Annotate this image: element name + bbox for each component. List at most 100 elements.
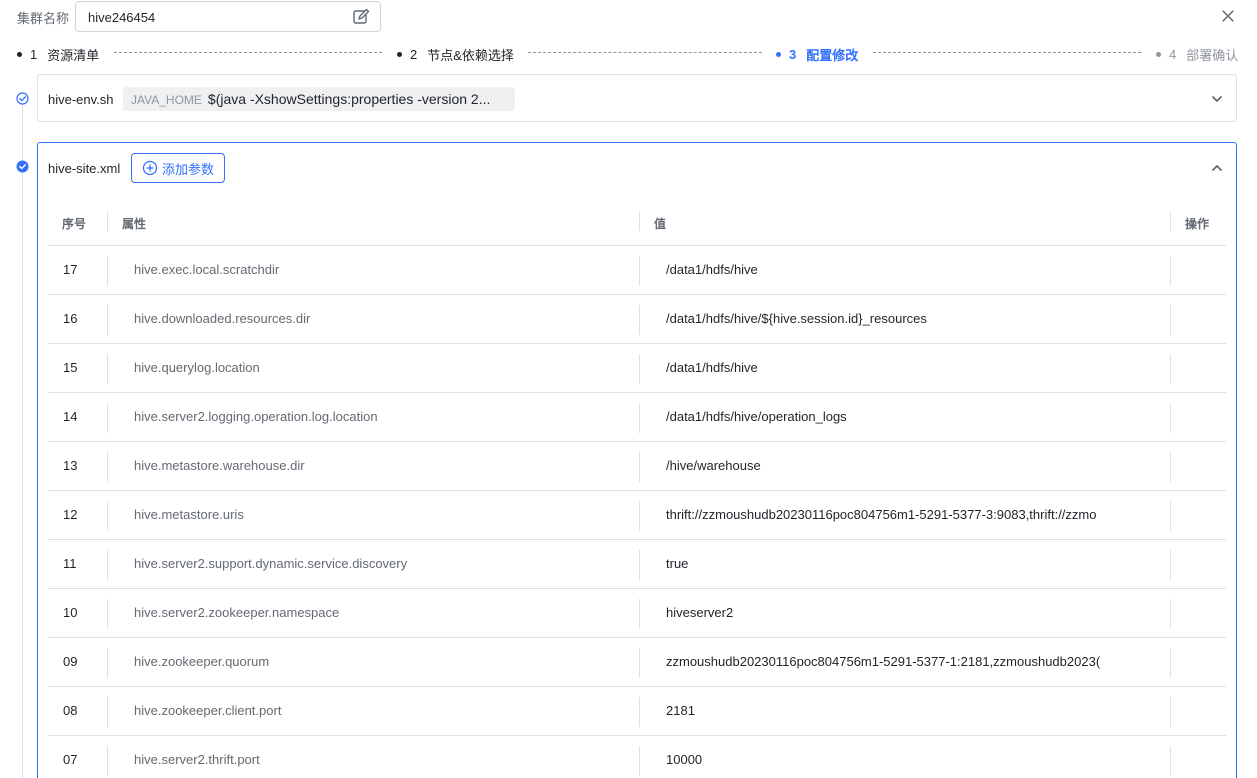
row-property[interactable]: hive.server2.thrift.port	[134, 736, 634, 778]
row-value[interactable]: hiveserver2	[666, 589, 1144, 637]
row-property[interactable]: hive.metastore.warehouse.dir	[134, 442, 634, 490]
row-property[interactable]: hive.server2.zookeeper.namespace	[134, 589, 634, 637]
row-value[interactable]: /hive/warehouse	[666, 442, 1144, 490]
row-index: 09	[63, 654, 78, 669]
row-value[interactable]: thrift://zzmoushudb20230116poc804756m1-5…	[666, 491, 1144, 539]
config-panel-hive-env[interactable]: hive-env.sh JAVA_HOME $(java -XshowSettin…	[37, 74, 1237, 122]
top-bar: 集群名称 hive246454	[0, 0, 1257, 34]
row-property[interactable]: hive.exec.local.scratchdir	[134, 246, 634, 294]
table-row: 12 hive.metastore.uris thrift://zzmoushudb…	[48, 490, 1226, 539]
cluster-name-input[interactable]: hive246454	[75, 1, 381, 32]
chip-key: JAVA_HOME	[131, 93, 202, 107]
header-index: 序号	[62, 217, 87, 231]
row-value[interactable]: 10000	[666, 736, 1144, 778]
close-icon[interactable]	[1219, 7, 1237, 25]
check-circle-filled-icon	[16, 160, 29, 173]
step-label: 部署确认	[1186, 48, 1239, 63]
step-connector	[114, 52, 382, 53]
config-table: 序号 属性 值 操作 17 hive.exec.local.scratchdir /…	[48, 199, 1226, 778]
chevron-down-icon[interactable]	[1210, 92, 1224, 106]
column-separator	[639, 501, 640, 531]
column-separator	[107, 746, 108, 776]
row-property[interactable]: hive.server2.support.dynamic.service.dis…	[134, 540, 634, 588]
column-separator	[107, 648, 108, 678]
config-panel-hive-site: hive-site.xml 添加参数 序号 属性 值 操作 17 hive.exe…	[37, 142, 1237, 778]
step-number: 2	[410, 47, 418, 62]
row-index: 13	[63, 458, 78, 473]
column-separator	[639, 403, 640, 433]
edit-icon[interactable]	[352, 8, 370, 26]
cluster-name-label: 集群名称	[17, 11, 70, 26]
column-separator	[1170, 452, 1171, 482]
row-property[interactable]: hive.metastore.uris	[134, 491, 634, 539]
header-property: 属性	[122, 217, 147, 231]
check-circle-outline-icon	[16, 92, 29, 105]
column-separator	[1170, 550, 1171, 580]
header-action: 操作	[1185, 217, 1210, 231]
column-separator	[1170, 403, 1171, 433]
step-2: 2 节点&依赖选择	[397, 45, 514, 64]
row-index: 11	[63, 556, 77, 571]
row-value[interactable]: true	[666, 540, 1144, 588]
row-value[interactable]: 2181	[666, 687, 1144, 735]
column-separator	[107, 599, 108, 629]
step-4: 4 部署确认	[1156, 45, 1238, 64]
table-row: 11 hive.server2.support.dynamic.service.d…	[48, 539, 1226, 588]
table-row: 15 hive.querylog.location/data1/hdfs/hive	[48, 343, 1226, 392]
column-separator	[639, 550, 640, 580]
row-index: 07	[63, 752, 78, 767]
column-separator	[107, 403, 108, 433]
row-index: 14	[63, 409, 78, 424]
column-separator	[1170, 599, 1171, 629]
step-connector	[528, 52, 762, 53]
row-property[interactable]: hive.server2.logging.operation.log.locat…	[134, 393, 634, 441]
plus-circle-icon	[142, 160, 158, 176]
column-separator	[1170, 648, 1171, 678]
column-separator	[1170, 354, 1171, 384]
column-separator	[107, 697, 108, 727]
table-row: 16 hive.downloaded.resources.dir/data1/hd…	[48, 294, 1226, 343]
row-value[interactable]: /data1/hdfs/hive/operation_logs	[666, 393, 1144, 441]
column-separator	[107, 550, 108, 580]
chip-value: $(java -XshowSettings:properties -versio…	[207, 91, 491, 107]
column-separator	[639, 452, 640, 482]
table-row: 14 hive.server2.logging.operation.log.loc…	[48, 392, 1226, 441]
row-property[interactable]: hive.zookeeper.quorum	[134, 638, 634, 686]
step-progress: 1 资源清单 2 节点&依赖选择 3 配置修改 4 部署确认	[0, 40, 1257, 66]
timeline-line	[22, 104, 23, 778]
column-separator	[107, 305, 108, 335]
row-value[interactable]: /data1/hdfs/hive/${hive.session.id}_reso…	[666, 295, 1144, 343]
step-label: 配置修改	[806, 48, 859, 63]
header-separator	[1170, 211, 1171, 231]
cluster-name-value: hive246454	[88, 10, 156, 25]
step-1: 1 资源清单	[17, 45, 99, 64]
row-index: 16	[63, 311, 78, 326]
row-value[interactable]: /data1/hdfs/hive	[666, 246, 1144, 294]
table-row: 08 hive.zookeeper.client.port 2181	[48, 686, 1226, 735]
column-separator	[107, 354, 108, 384]
table-body: 17 hive.exec.local.scratchdir/data1/hdfs/…	[48, 245, 1226, 778]
column-separator	[639, 599, 640, 629]
row-index: 17	[63, 262, 78, 277]
table-row: 13 hive.metastore.warehouse.dir/hive/ware…	[48, 441, 1226, 490]
row-property[interactable]: hive.querylog.location	[134, 344, 634, 392]
column-separator	[1170, 746, 1171, 776]
header-separator	[107, 211, 108, 231]
column-separator	[107, 256, 108, 286]
column-separator	[639, 256, 640, 286]
step-label: 资源清单	[47, 48, 100, 63]
row-property[interactable]: hive.downloaded.resources.dir	[134, 295, 634, 343]
row-value[interactable]: /data1/hdfs/hive	[666, 344, 1144, 392]
add-parameter-button[interactable]: 添加参数	[131, 153, 225, 183]
step-label: 节点&依赖选择	[427, 48, 514, 63]
row-index: 10	[63, 605, 78, 620]
table-row: 07 hive.server2.thrift.port 10000	[48, 735, 1226, 778]
chevron-up-icon[interactable]	[1210, 161, 1224, 175]
column-separator	[639, 746, 640, 776]
deploy-config-page: 集群名称 hive246454 1 资源清单 2 节点&依赖选择 3 配置修改 …	[0, 0, 1257, 778]
row-property[interactable]: hive.zookeeper.client.port	[134, 687, 634, 735]
column-separator	[639, 697, 640, 727]
table-header: 序号 属性 值 操作	[48, 199, 1226, 245]
row-value[interactable]: zzmoushudb20230116poc804756m1-5291-5377-…	[666, 638, 1144, 686]
column-separator	[639, 354, 640, 384]
